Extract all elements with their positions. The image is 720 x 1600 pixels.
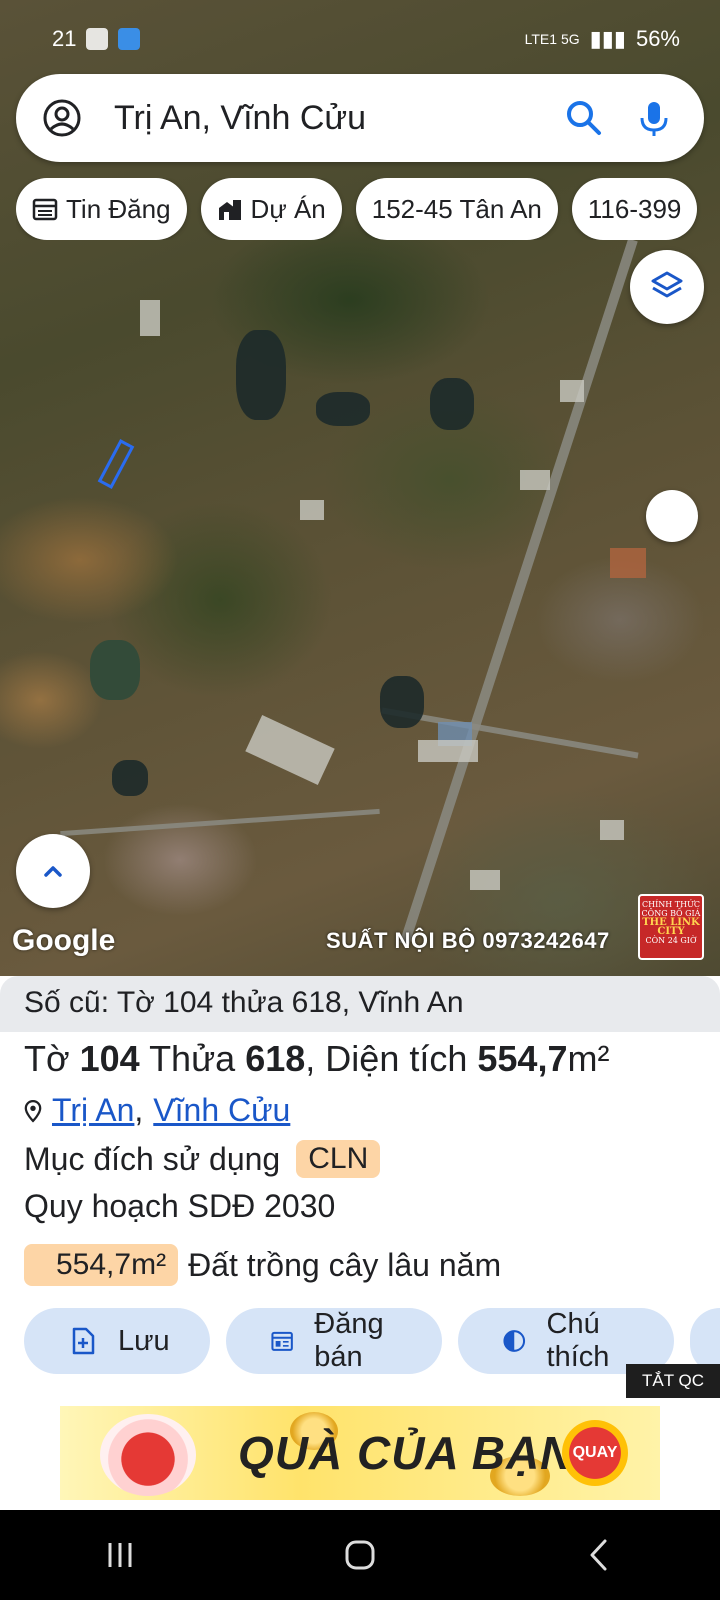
satellite-map[interactable]: 21 LTE1 5G ▮▮▮ 56% Trị An, Vĩnh Cửu Tin … (0, 0, 720, 980)
search-icon[interactable] (564, 98, 604, 138)
map-building (245, 714, 335, 786)
hide-ads-button[interactable]: TẮT QC (626, 1364, 720, 1398)
location-button[interactable] (646, 490, 698, 542)
parcel-outline[interactable] (97, 439, 135, 489)
chip-label: 116-399 (587, 193, 682, 224)
commune-link[interactable]: Trị An (52, 1092, 134, 1129)
chip-tin-dang[interactable]: Tin Đăng (16, 178, 187, 240)
sheet-label: Tờ (24, 1038, 70, 1079)
map-road (60, 808, 380, 837)
save-button[interactable]: Lưu (24, 1308, 210, 1374)
listing-icon (271, 1331, 293, 1351)
sheet-number: 104 (79, 1038, 140, 1079)
ad-text: QUÀ CỦA BẠN (238, 1427, 575, 1479)
chip-label: Tin Đăng (66, 193, 171, 224)
chip-label: 152-45 Tân An (371, 193, 542, 224)
stamp-line: CÒN 24 GIỜ (645, 936, 697, 945)
map-building (140, 300, 160, 336)
land-use-purpose: Mục đích sử dụng CLN (24, 1140, 381, 1178)
map-building (470, 870, 500, 890)
map-building (610, 548, 646, 578)
parcel-location: Trị An, Vĩnh Cửu (24, 1092, 290, 1129)
button-label: Lưu (118, 1324, 170, 1357)
map-building (600, 820, 624, 840)
save-icon (72, 1327, 95, 1355)
parcel-info-panel: Số cũ: Tờ 104 thửa 618, Vĩnh An Tờ 104 T… (0, 976, 720, 1510)
expand-panel-button[interactable] (16, 834, 90, 908)
gift-bag-icon (100, 1414, 196, 1496)
post-for-sale-button[interactable]: Đăng bán (226, 1308, 442, 1374)
buildings-icon (218, 200, 241, 220)
stamp-line: CHÍNH THỨC (642, 900, 700, 909)
status-bar: 21 LTE1 5G ▮▮▮ 56% (0, 0, 720, 70)
map-pond (430, 378, 474, 430)
back-icon[interactable] (580, 1535, 620, 1575)
map-watermark: SUẤT NỘI BỘ 0973242647 (326, 928, 610, 953)
chevron-up-icon (44, 866, 62, 877)
status-time: 21 (52, 26, 77, 51)
notification-icon (86, 28, 109, 50)
search-query[interactable]: Trị An, Vĩnh Cửu (114, 99, 564, 138)
lot-label: Thửa (149, 1038, 236, 1079)
promo-stamp: CHÍNH THỨC CÔNG BỐ GIÁ THE LINK CITY CÒN… (638, 894, 704, 960)
signal-icon: ▮▮▮ (589, 26, 626, 51)
map-building (418, 740, 478, 762)
layers-icon (651, 271, 683, 298)
app-notification-icon (118, 28, 141, 50)
filter-chips: Tin Đăng Dự Án 152-45 Tân An 116-399 (16, 178, 720, 240)
chip-label: Dự Án (250, 193, 326, 224)
stamp-line: CITY (657, 926, 685, 937)
old-parcel-reference: Số cũ: Tờ 104 thửa 618, Vĩnh An (0, 976, 720, 1032)
chip-du-an[interactable]: Dự Án (200, 178, 342, 240)
map-pond (90, 640, 140, 700)
location-pin-icon (24, 1099, 42, 1122)
contrast-icon (503, 1330, 526, 1352)
calendar-icon (32, 198, 58, 221)
map-pond (236, 330, 286, 420)
lot-number: 618 (245, 1038, 306, 1079)
area-unit: m² (567, 1038, 610, 1079)
purpose-label: Mục đích sử dụng (24, 1140, 281, 1177)
layers-button[interactable] (630, 250, 704, 324)
search-bar[interactable]: Trị An, Vĩnh Cửu (16, 74, 704, 162)
district-link[interactable]: Vĩnh Cửu (153, 1092, 290, 1129)
separator: , (134, 1092, 144, 1128)
recent-apps-icon[interactable] (100, 1535, 140, 1575)
mic-icon[interactable] (634, 98, 674, 138)
map-building (560, 380, 584, 402)
area-value: 554,7 (477, 1038, 568, 1079)
map-pond (316, 392, 370, 426)
system-nav-bar (0, 1510, 720, 1600)
account-circle-icon[interactable] (42, 98, 82, 138)
google-logo: Google (12, 924, 116, 957)
home-icon[interactable] (340, 1535, 380, 1575)
map-pond (112, 760, 148, 796)
map-building (300, 500, 324, 520)
button-label: Đăng bán (314, 1308, 384, 1373)
planning-label: Quy hoạch SDĐ 2030 (24, 1188, 336, 1224)
ad-banner[interactable]: QUÀ CỦA BẠN QUAY (60, 1406, 660, 1500)
map-pond (380, 676, 424, 728)
purpose-code-badge: CLN (296, 1140, 381, 1178)
network-indicator: LTE1 5G (524, 31, 580, 47)
spin-button[interactable]: QUAY (562, 1420, 628, 1486)
action-buttons: Lưu Đăng bán Chú thích (24, 1308, 720, 1374)
battery-level: 56% (635, 26, 680, 51)
parcel-title: Tờ 104 Thửa 618, Diện tích 554,7m² (24, 1038, 609, 1080)
chip-parcel-116[interactable]: 116-399 (571, 178, 698, 240)
area-label: , Diện tích (305, 1038, 468, 1079)
area-badge: 554,7m² (24, 1244, 179, 1286)
land-type: Đất trồng cây lâu năm (188, 1246, 502, 1283)
map-building (520, 470, 550, 490)
chip-parcel-tan-an[interactable]: 152-45 Tân An (355, 178, 558, 240)
area-row: 554,7m² Đất trồng cây lâu năm (24, 1244, 501, 1286)
